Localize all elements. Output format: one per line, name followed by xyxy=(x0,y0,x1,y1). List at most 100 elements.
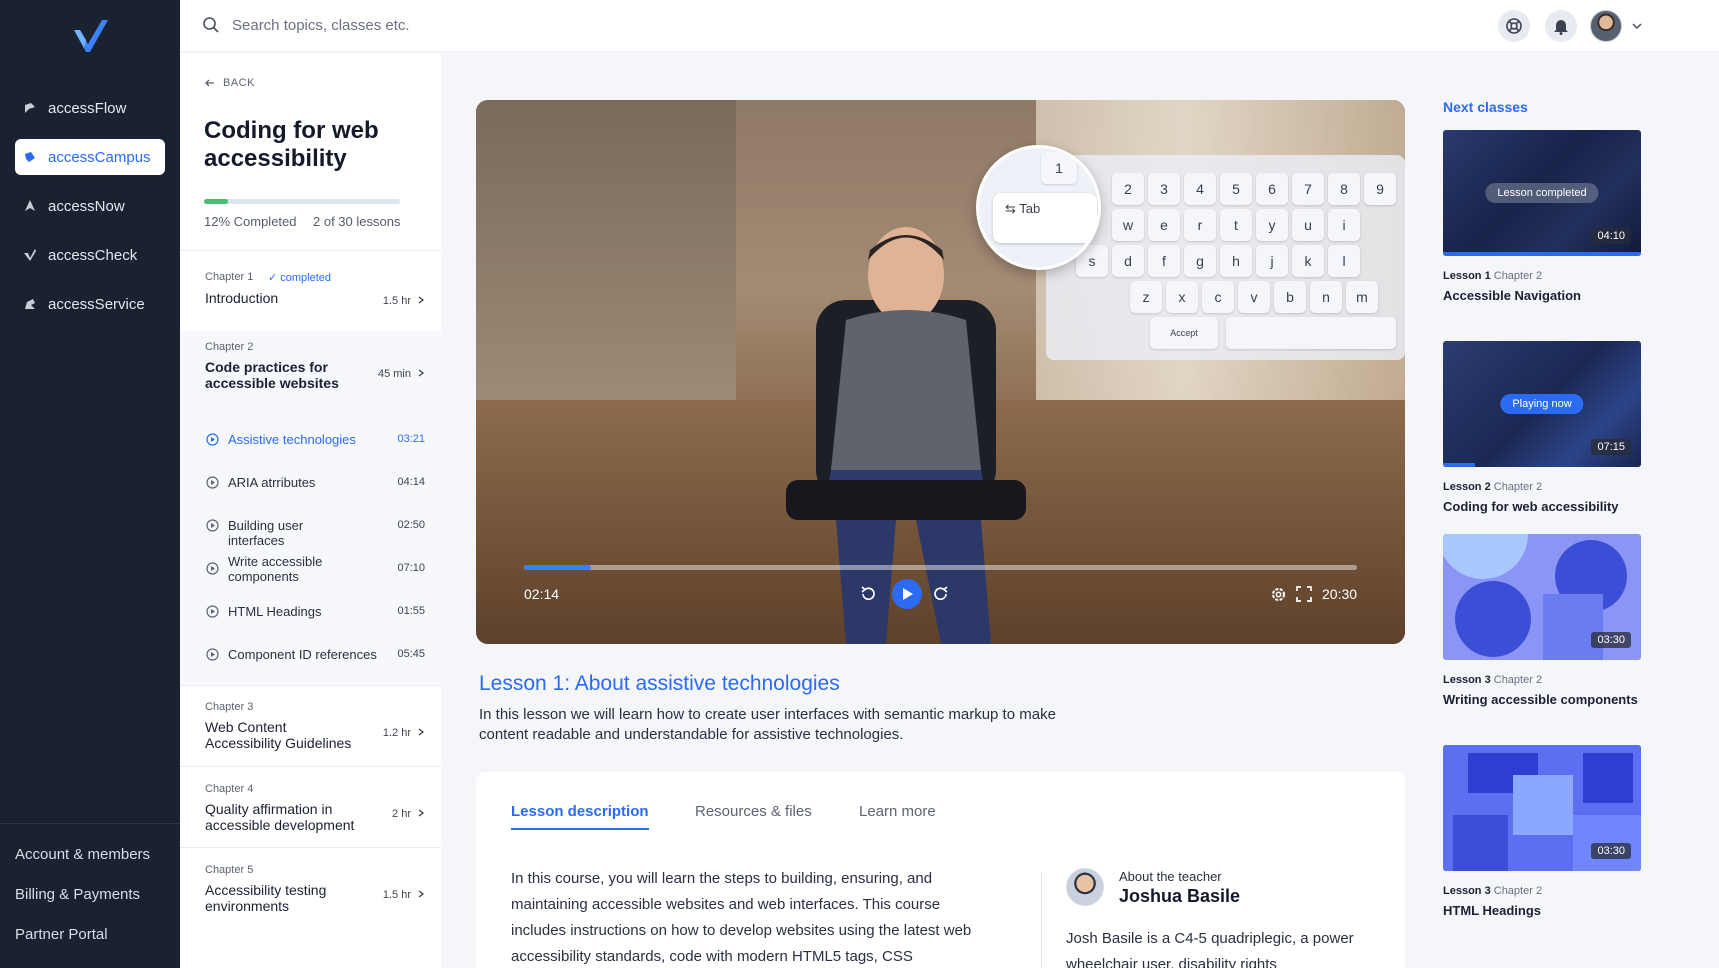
user-avatar[interactable] xyxy=(1590,10,1622,42)
magnified-tab-key: 1 ⇆ Tab xyxy=(976,145,1101,270)
forward-button[interactable] xyxy=(930,583,952,605)
settings-button[interactable] xyxy=(1267,583,1289,605)
nav-item-accessflow[interactable]: accessFlow xyxy=(15,90,165,126)
next-class-card[interactable]: Lesson completed 04:10 Lesson 1 Chapter … xyxy=(1443,130,1641,303)
lesson-item[interactable]: Building user interfaces 02:50 xyxy=(180,508,441,548)
play-icon xyxy=(903,588,913,600)
lesson-time: 04:14 xyxy=(397,476,425,488)
keyboard-key: h xyxy=(1220,245,1252,277)
chapter-2[interactable]: Chapter 2 Code practices for accessible … xyxy=(180,331,441,391)
fullscreen-button[interactable] xyxy=(1293,583,1315,605)
lesson-time: 05:45 xyxy=(397,648,425,660)
progress-label: 12% Completed xyxy=(204,214,297,229)
partner-portal-link[interactable]: Partner Portal xyxy=(15,926,150,966)
teacher-name[interactable]: Joshua Basile xyxy=(1119,886,1240,907)
nav-item-accesscampus[interactable]: accessCampus xyxy=(15,139,165,175)
keyboard-key: 7 xyxy=(1292,173,1324,205)
video-seek-bar[interactable] xyxy=(524,565,1357,570)
nav-item-accessservice[interactable]: accessService xyxy=(15,286,165,322)
nav-item-accesscheck[interactable]: accessCheck xyxy=(15,237,165,273)
notifications-button[interactable] xyxy=(1545,10,1577,42)
keyboard-key: n xyxy=(1310,281,1342,313)
chevron-right-icon xyxy=(418,296,425,304)
next-class-card[interactable]: 03:30 Lesson 3 Chapter 2 HTML Headings xyxy=(1443,745,1641,918)
lesson-number: Lesson 3 xyxy=(1443,885,1491,897)
keyboard-key: e xyxy=(1148,209,1180,241)
playing-now-badge: Playing now xyxy=(1500,394,1584,414)
video-background xyxy=(476,100,736,400)
lesson-name: Write accessible components xyxy=(228,554,323,584)
class-meta: Lesson 2 Chapter 2 xyxy=(1443,481,1641,493)
keyboard-key: c xyxy=(1202,281,1234,313)
nav-item-label: accessNow xyxy=(48,197,125,215)
chapter-duration: 1.5 hr xyxy=(382,889,411,901)
chapter-duration: 1.2 hr xyxy=(382,727,411,739)
accessflow-icon xyxy=(25,103,35,113)
lesson-item[interactable]: Component ID references 05:45 xyxy=(180,637,441,671)
play-circle-icon xyxy=(206,476,219,489)
lesson-item[interactable]: Assistive technologies 03:21 xyxy=(180,422,441,456)
play-circle-icon xyxy=(206,605,219,618)
accesscampus-icon xyxy=(25,152,35,162)
billing-payments-link[interactable]: Billing & Payments xyxy=(15,886,150,926)
chapter-4[interactable]: Chapter 4 Quality affirmation in accessi… xyxy=(180,767,441,847)
back-button[interactable]: BACK xyxy=(205,77,255,89)
next-class-card[interactable]: 03:30 Lesson 3 Chapter 2 Writing accessi… xyxy=(1443,534,1641,707)
tab-resources-files[interactable]: Resources & files xyxy=(695,803,812,828)
duration-badge: 04:10 xyxy=(1591,228,1631,244)
lesson-item[interactable]: Write accessible components 07:10 xyxy=(180,551,441,585)
keyboard-key: 6 xyxy=(1256,173,1288,205)
video-player[interactable]: 2 3 4 5 6 7 8 9 w e r t y u i s d f g h j k l z x c v b n m Accept 1 ⇆… xyxy=(476,100,1405,644)
accessnow-icon xyxy=(25,200,35,211)
completed-status: ✓ completed xyxy=(268,272,332,284)
search-input[interactable] xyxy=(232,12,652,38)
keyboard-key: r xyxy=(1184,209,1216,241)
teacher-avatar xyxy=(1066,868,1104,906)
chevron-down-icon[interactable] xyxy=(1631,20,1643,32)
lifebuoy-icon xyxy=(1506,18,1522,34)
lesson-item[interactable]: ARIA atrributes 04:14 xyxy=(180,465,441,499)
class-thumbnail: Lesson completed 04:10 xyxy=(1443,130,1641,256)
fullscreen-icon xyxy=(1296,586,1312,602)
accept-key: Accept xyxy=(1150,317,1218,349)
keyboard-key: l xyxy=(1328,245,1360,277)
next-class-card[interactable]: Playing now 07:15 Lesson 2 Chapter 2 Cod… xyxy=(1443,341,1641,514)
nav-item-accessnow[interactable]: accessNow xyxy=(15,188,165,224)
lesson-item[interactable]: HTML Headings 01:55 xyxy=(180,594,441,628)
top-bar xyxy=(180,0,1719,52)
tab-key: ⇆ Tab xyxy=(993,193,1097,243)
about-teacher-label: About the teacher xyxy=(1119,869,1222,884)
tab-learn-more[interactable]: Learn more xyxy=(859,803,936,828)
play-circle-icon xyxy=(206,519,219,532)
chapter-label: Chapter 1 xyxy=(205,271,254,283)
lesson-details-panel: Lesson description Resources & files Lea… xyxy=(476,772,1405,968)
lesson-name: Component ID references xyxy=(228,647,377,662)
chapter-number: Chapter 2 xyxy=(1493,885,1543,897)
lesson-description-text: In this course, you will learn the steps… xyxy=(511,870,972,965)
chapter-label: Chapter 4 xyxy=(205,783,254,795)
chapter-number: Chapter 2 xyxy=(1493,270,1543,282)
help-button[interactable] xyxy=(1498,10,1530,42)
nav-item-label: accessCampus xyxy=(48,148,151,166)
keyboard-key: k xyxy=(1292,245,1324,277)
keyboard-key: b xyxy=(1274,281,1306,313)
tab-lesson-description[interactable]: Lesson description xyxy=(511,803,649,830)
onscreen-keyboard-overlay: 2 3 4 5 6 7 8 9 w e r t y u i s d f g h j k l z x c v b n m Accept xyxy=(1046,155,1405,360)
chapter-1[interactable]: Chapter 1 ✓ completed Introduction 1.5 h… xyxy=(180,251,441,307)
rewind-button[interactable] xyxy=(857,583,879,605)
chapter-label: Chapter 2 xyxy=(205,341,254,353)
accessibe-logo[interactable] xyxy=(70,18,110,54)
accesscheck-icon xyxy=(24,249,36,261)
chapter-5[interactable]: Chapter 5 Accessibility testing environm… xyxy=(180,848,441,928)
account-members-link[interactable]: Account & members xyxy=(15,846,150,886)
lesson-time: 07:10 xyxy=(397,562,425,574)
keyboard-key: y xyxy=(1256,209,1288,241)
lesson-completed-badge: Lesson completed xyxy=(1485,183,1599,203)
chapter-number: Chapter 2 xyxy=(1493,481,1543,493)
account-links: Account & members Billing & Payments Par… xyxy=(15,846,150,966)
class-meta: Lesson 3 Chapter 2 xyxy=(1443,885,1641,897)
chapter-3[interactable]: Chapter 3 Web Content Accessibility Guid… xyxy=(180,686,441,766)
lesson-time: 02:50 xyxy=(397,519,425,531)
rewind-icon xyxy=(861,586,875,601)
play-button[interactable] xyxy=(892,579,922,609)
